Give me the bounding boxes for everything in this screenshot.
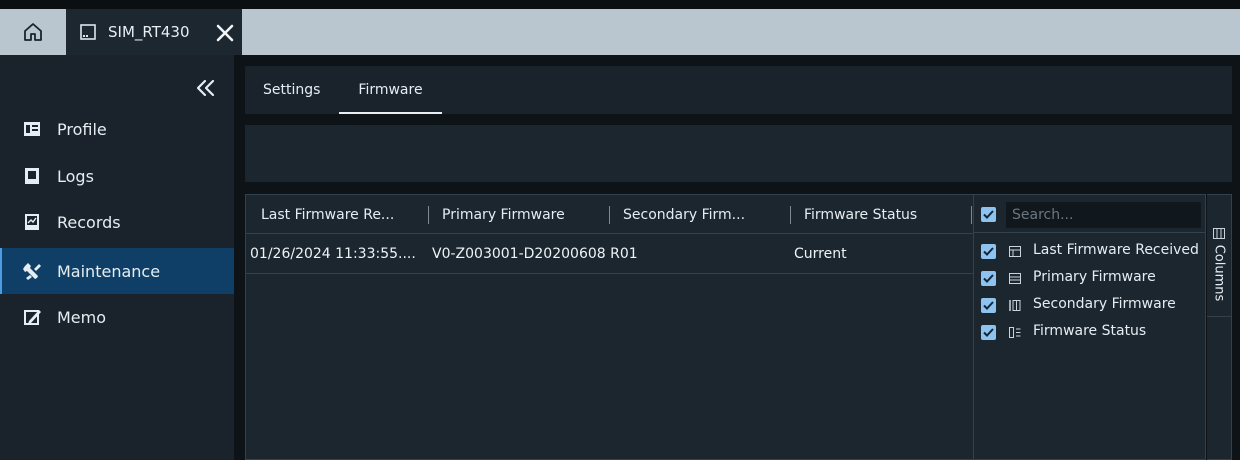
home-tab[interactable] bbox=[0, 9, 66, 55]
table-row[interactable]: 01/26/2024 11:33:55.... V0-Z003001-D2020… bbox=[246, 234, 973, 274]
tab-sim-rt430[interactable]: SIM_RT430 bbox=[66, 9, 242, 55]
sidebar-item-label: Maintenance bbox=[57, 261, 161, 281]
tab-settings[interactable]: Settings bbox=[263, 66, 320, 114]
column-toggle-firmware-status[interactable]: Firmware Status bbox=[974, 319, 1205, 346]
column-toggle-primary-firmware[interactable]: Primary Firmware bbox=[974, 265, 1205, 292]
column-header-firmware-status[interactable]: Firmware Status bbox=[804, 195, 917, 234]
select-all-checkbox[interactable] bbox=[981, 207, 996, 222]
column-drag-icon[interactable] bbox=[1009, 327, 1021, 338]
column-checkbox[interactable] bbox=[981, 298, 996, 313]
sidebar-item-label: Memo bbox=[57, 307, 107, 327]
sidebar-item-label: Records bbox=[57, 212, 121, 232]
column-drag-icon[interactable] bbox=[1009, 273, 1021, 284]
columns-icon bbox=[1213, 228, 1225, 239]
columns-panel: Last Firmware Received Primary Firmware … bbox=[973, 194, 1206, 460]
checkmark-icon bbox=[983, 210, 994, 219]
columns-search-row bbox=[974, 195, 1205, 233]
column-separator[interactable] bbox=[428, 206, 429, 224]
home-icon bbox=[24, 23, 42, 41]
sidebar-item-records[interactable]: Records bbox=[0, 199, 234, 245]
column-header-last-firmware[interactable]: Last Firmware Re... bbox=[261, 195, 394, 234]
wrench-icon bbox=[23, 263, 41, 280]
window-top-strip bbox=[0, 0, 1240, 9]
close-icon[interactable] bbox=[214, 22, 236, 44]
columns-panel-label: Columns bbox=[1211, 244, 1227, 302]
tab-firmware-label: Firmware bbox=[358, 82, 423, 98]
device-icon bbox=[80, 24, 96, 40]
column-header-primary-firmware[interactable]: Primary Firmware bbox=[442, 195, 565, 234]
cell-firmware-status: Current bbox=[794, 246, 847, 262]
tab-settings-label: Settings bbox=[263, 82, 321, 98]
sidebar-item-logs[interactable]: Logs bbox=[0, 153, 234, 199]
subtab-bar: Settings Firmware bbox=[245, 66, 1232, 114]
column-drag-icon[interactable] bbox=[1009, 300, 1021, 311]
column-checkbox[interactable] bbox=[981, 271, 996, 286]
column-toggle-last-firmware-received[interactable]: Last Firmware Received bbox=[974, 238, 1205, 265]
toolbar bbox=[245, 125, 1232, 182]
column-checkbox[interactable] bbox=[981, 244, 996, 259]
cell-last-firmware: 01/26/2024 11:33:55.... bbox=[250, 246, 416, 262]
logs-icon bbox=[25, 168, 39, 184]
sidebar-item-label: Profile bbox=[57, 119, 107, 139]
records-icon bbox=[25, 214, 39, 230]
column-header-secondary-firmware[interactable]: Secondary Firm... bbox=[623, 195, 745, 234]
grid-header: Last Firmware Re... Primary Firmware Sec… bbox=[246, 195, 973, 234]
side-panel: Columns bbox=[1207, 194, 1232, 460]
column-drag-icon[interactable] bbox=[1009, 246, 1021, 257]
sidebar-item-label: Logs bbox=[57, 166, 94, 186]
sidebar-item-profile[interactable]: Profile bbox=[0, 106, 234, 152]
column-toggle-secondary-firmware[interactable]: Secondary Firmware bbox=[974, 292, 1205, 319]
tab-firmware[interactable]: Firmware bbox=[339, 66, 442, 114]
checkmark-icon bbox=[983, 301, 994, 310]
firmware-grid: Last Firmware Re... Primary Firmware Sec… bbox=[245, 194, 973, 460]
tab-label: SIM_RT430 bbox=[108, 23, 190, 41]
column-checkbox[interactable] bbox=[981, 325, 996, 340]
checkmark-icon bbox=[983, 328, 994, 337]
columns-search-input[interactable] bbox=[1006, 202, 1201, 228]
profile-icon bbox=[24, 122, 40, 136]
cell-primary-firmware: V0-Z003001-D20200608 R01 bbox=[432, 246, 638, 262]
column-separator[interactable] bbox=[790, 206, 791, 224]
columns-panel-toggle[interactable]: Columns bbox=[1207, 213, 1231, 317]
column-separator[interactable] bbox=[609, 206, 610, 224]
double-chevron-left-icon[interactable] bbox=[193, 77, 219, 99]
column-separator[interactable] bbox=[971, 206, 972, 224]
tab-bar: SIM_RT430 bbox=[0, 9, 1240, 55]
checkmark-icon bbox=[983, 274, 994, 283]
checkmark-icon bbox=[983, 247, 994, 256]
sidebar-item-memo[interactable]: Memo bbox=[0, 294, 234, 340]
memo-icon bbox=[24, 310, 41, 325]
sidebar-item-maintenance[interactable]: Maintenance bbox=[0, 248, 234, 294]
